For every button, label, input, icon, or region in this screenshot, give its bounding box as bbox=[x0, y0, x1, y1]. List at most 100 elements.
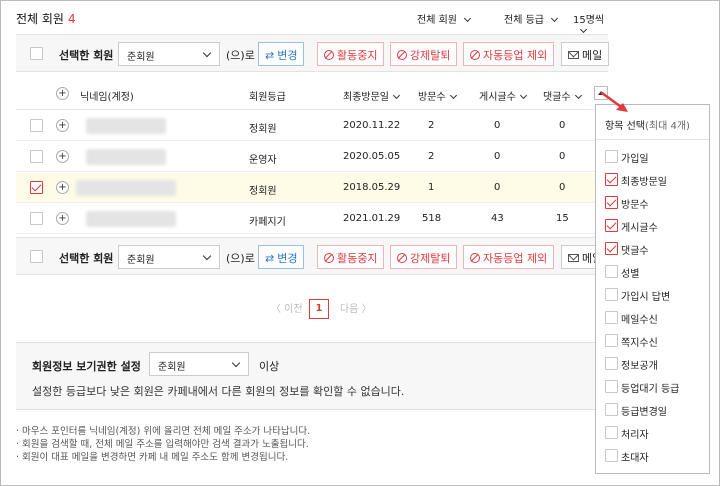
mail-button[interactable]: 메일 bbox=[561, 42, 610, 66]
force-leave-button[interactable]: 강제탈퇴 bbox=[390, 42, 458, 66]
column-option-label: 최종방문일 bbox=[621, 177, 667, 188]
grade-change-select[interactable]: 준회원 bbox=[118, 245, 220, 269]
col-comments[interactable]: 댓글수 bbox=[543, 88, 582, 103]
mail-button-label: 메일 bbox=[582, 252, 595, 265]
column-option-checkbox[interactable] bbox=[605, 288, 618, 301]
prohibited-icon bbox=[397, 253, 407, 263]
cell-visits: 518 bbox=[422, 213, 442, 224]
page-size-filter-label: 15명씩 bbox=[573, 15, 605, 26]
force-leave-button[interactable]: 강제탈퇴 bbox=[390, 245, 458, 269]
select-all-checkbox[interactable] bbox=[30, 250, 43, 263]
row-checkbox[interactable] bbox=[30, 181, 43, 194]
suspend-button-label: 활동중지 bbox=[337, 252, 378, 265]
cell-comments: 0 bbox=[559, 151, 566, 162]
redacted-nickname bbox=[86, 149, 166, 165]
grade-filter[interactable]: 전체 등급 bbox=[504, 11, 559, 26]
member-info-permission-settings: 회원정보 보기권한 설정 준회원 이상 설정한 등급보다 낮은 회원은 카페내에… bbox=[16, 342, 608, 410]
column-option-checkbox[interactable] bbox=[605, 219, 618, 232]
column-option-checkbox[interactable] bbox=[605, 357, 618, 370]
cell-grade: 카페지기 bbox=[249, 217, 286, 228]
cell-posts: 0 bbox=[494, 120, 501, 131]
help-notes: · 마우스 포인터를 닉네임(계정) 위에 올리면 전체 메일 주소가 나타납니… bbox=[16, 425, 310, 464]
next-page-link[interactable]: 다음 〉 bbox=[340, 300, 372, 315]
chevron-down-icon bbox=[463, 14, 472, 23]
mail-icon bbox=[568, 51, 579, 59]
redacted-nickname bbox=[86, 118, 166, 134]
swap-icon: ⇄ bbox=[265, 252, 275, 265]
prohibited-icon bbox=[470, 253, 480, 263]
table-row[interactable]: + 정회원 2018.05.29 1 0 0 bbox=[16, 173, 608, 203]
grade-filter-label: 전체 등급 bbox=[504, 15, 544, 26]
sort-down-icon bbox=[519, 91, 527, 100]
change-grade-button[interactable]: ⇄ 변경 bbox=[258, 42, 305, 66]
table-row[interactable]: + 정회원 2020.11.22 2 0 0 bbox=[16, 111, 608, 141]
expand-row-icon[interactable]: + bbox=[56, 212, 69, 225]
member-type-filter[interactable]: 전체 회원 bbox=[417, 11, 472, 26]
expand-row-icon[interactable]: + bbox=[56, 150, 69, 163]
column-option-checkbox[interactable] bbox=[605, 150, 618, 163]
sort-down-icon bbox=[449, 91, 457, 100]
row-checkbox[interactable] bbox=[30, 119, 43, 132]
cell-posts: 43 bbox=[491, 213, 504, 224]
column-option-checkbox[interactable] bbox=[605, 334, 618, 347]
grade-change-select[interactable]: 준회원 bbox=[118, 42, 220, 66]
col-last-visit-label: 최종방문일 bbox=[343, 92, 389, 103]
member-type-filter-label: 전체 회원 bbox=[417, 15, 457, 26]
col-visits-label: 방문수 bbox=[418, 92, 446, 103]
col-comments-label: 댓글수 bbox=[543, 92, 571, 103]
column-option-checkbox[interactable] bbox=[605, 242, 618, 255]
column-option-checkbox[interactable] bbox=[605, 426, 618, 439]
column-option-checkbox[interactable] bbox=[605, 265, 618, 278]
column-option-checkbox[interactable] bbox=[605, 380, 618, 393]
cell-visits: 2 bbox=[428, 120, 435, 131]
row-checkbox[interactable] bbox=[30, 150, 43, 163]
column-option-checkbox[interactable] bbox=[605, 311, 618, 324]
current-page[interactable]: 1 bbox=[309, 299, 329, 319]
change-grade-button-label: 변경 bbox=[277, 252, 298, 265]
table-row[interactable]: + 운영자 2020.05.05 2 0 0 bbox=[16, 142, 608, 172]
force-leave-button-label: 강제탈퇴 bbox=[410, 49, 451, 62]
column-option-label: 쪽지수신 bbox=[621, 338, 658, 349]
column-option-label: 게시글수 bbox=[621, 223, 658, 234]
permission-title: 회원정보 보기권한 설정 bbox=[32, 360, 141, 373]
row-checkbox[interactable] bbox=[30, 212, 43, 225]
cell-comments: 15 bbox=[556, 213, 569, 224]
prohibited-icon bbox=[324, 50, 334, 60]
select-all-checkbox[interactable] bbox=[30, 47, 43, 60]
selected-members-action-bar-bottom: 선택한 회원 준회원 (으)로 ⇄변경 활동중지 강제탈퇴 자동등업 제외 메일 bbox=[16, 237, 608, 275]
permission-description: 설정한 등급보다 낮은 회원은 카페내에서 다른 회원의 정보를 확인할 수 없… bbox=[32, 385, 405, 398]
help-note: · 회원이 대표 메일을 변경하면 카페 내 메일 주소도 함께 변경됩니다. bbox=[16, 452, 289, 463]
col-posts[interactable]: 게시글수 bbox=[479, 88, 527, 103]
expand-all-icon[interactable]: + bbox=[56, 87, 69, 100]
col-visits[interactable]: 방문수 bbox=[418, 88, 457, 103]
col-nickname: 닉네임(계정) bbox=[80, 92, 134, 103]
expand-row-icon[interactable]: + bbox=[56, 181, 69, 194]
column-option-checkbox[interactable] bbox=[605, 196, 618, 209]
auto-promote-exclude-button-label: 자동등업 제외 bbox=[483, 49, 548, 62]
prev-page-link[interactable]: 〈 이전 bbox=[271, 300, 303, 315]
column-option-checkbox[interactable] bbox=[605, 403, 618, 416]
column-option-checkbox[interactable] bbox=[605, 173, 618, 186]
column-option-label: 가입시 답변 bbox=[621, 292, 671, 303]
permission-grade-select[interactable]: 준회원 bbox=[149, 352, 249, 376]
suspend-button[interactable]: 활동중지 bbox=[317, 245, 385, 269]
auto-promote-exclude-button[interactable]: 자동등업 제외 bbox=[463, 42, 555, 66]
cell-grade: 정회원 bbox=[249, 124, 277, 135]
col-last-visit[interactable]: 최종방문일 bbox=[343, 88, 401, 103]
table-row[interactable]: + 카페지기 2021.01.29 518 43 15 bbox=[16, 204, 608, 234]
cell-visits: 1 bbox=[428, 182, 435, 193]
sort-down-icon bbox=[392, 91, 401, 100]
column-option-label: 가입일 bbox=[621, 154, 649, 165]
column-option-checkbox[interactable] bbox=[605, 449, 618, 462]
column-option-label: 처리자 bbox=[621, 430, 649, 441]
expand-row-icon[interactable]: + bbox=[56, 119, 69, 132]
swap-icon: ⇄ bbox=[265, 49, 275, 62]
column-picker-subtitle: (최대 4개) bbox=[644, 121, 690, 132]
change-grade-button[interactable]: ⇄ 변경 bbox=[258, 245, 305, 269]
auto-promote-exclude-button[interactable]: 자동등업 제외 bbox=[463, 245, 555, 269]
suspend-button[interactable]: 활동중지 bbox=[317, 42, 385, 66]
change-grade-button-label: 변경 bbox=[277, 49, 298, 62]
mail-button[interactable]: 메일 bbox=[561, 245, 596, 269]
chevron-down-icon bbox=[579, 25, 588, 34]
chevron-down-icon bbox=[202, 48, 212, 58]
